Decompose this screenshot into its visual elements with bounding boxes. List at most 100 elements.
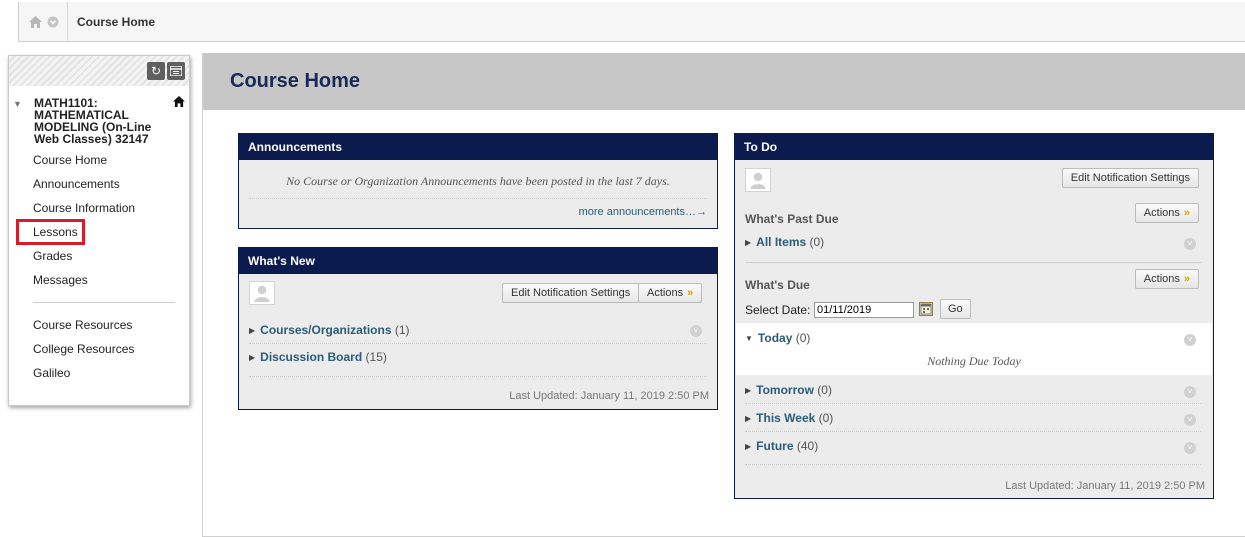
item-options-icon[interactable]: ˅ [1184, 414, 1196, 426]
course-menu-toolbar: ↻ [9, 56, 189, 86]
item-label[interactable]: Tomorrow [756, 383, 814, 397]
chevron-down-icon[interactable] [47, 16, 59, 28]
item-options-icon[interactable]: ˅ [1184, 334, 1196, 346]
menu-divider [33, 302, 175, 303]
nothing-due-text: Nothing Due Today [927, 354, 1021, 368]
home-icon[interactable] [29, 15, 42, 28]
divider [745, 262, 1201, 263]
menu-item-course-information[interactable]: Course Information [9, 196, 189, 220]
item-label[interactable]: Future [756, 439, 793, 453]
menu-item-galileo[interactable]: Galileo [9, 361, 189, 385]
main-content: Course Home Announcements No Course or O… [202, 53, 1245, 537]
whats-new-module: What's New Edit Notification Settings Ac… [238, 247, 718, 410]
divider [745, 431, 1201, 432]
actions-label: Actions [1143, 273, 1180, 285]
list-item-courses-organizations[interactable]: ▶ Courses/Organizations (1) [249, 323, 410, 337]
divider [745, 464, 1201, 465]
breadcrumb-current: Course Home [77, 14, 156, 29]
todo-module: To Do Edit Notification Settings What's … [734, 133, 1214, 499]
menu-item-messages[interactable]: Messages [9, 268, 189, 292]
last-updated-text: Last Updated: January 11, 2019 2:50 PM [1005, 480, 1205, 492]
double-chevron-down-icon: » [1183, 207, 1190, 219]
module-title: What's New [239, 248, 717, 274]
actions-button[interactable]: Actions» [1134, 269, 1199, 289]
item-count: (1) [394, 323, 410, 337]
home-icon[interactable] [173, 96, 185, 109]
avatar [249, 281, 275, 305]
item-count: (15) [365, 350, 387, 364]
whats-due-label: What's Due [745, 278, 810, 292]
more-announcements-link[interactable]: more announcements…→ [579, 206, 707, 218]
announcements-empty-text: No Course or Organization Announcements … [286, 174, 670, 188]
menu-item-label: Announcements [33, 177, 120, 191]
menu-item-label: Messages [33, 273, 88, 287]
expand-arrow-icon: ▶ [249, 353, 256, 362]
course-menu: ↻ ▼ MATH1101: MATHEMATICAL MODELING (On-… [8, 55, 190, 406]
item-options-icon[interactable]: ˅ [1184, 442, 1196, 454]
expand-arrow-icon: ▶ [249, 326, 256, 335]
item-options-icon[interactable]: ˅ [690, 325, 702, 337]
whats-past-due-label: What's Past Due [745, 212, 839, 226]
item-options-icon[interactable]: ˅ [1184, 238, 1196, 250]
menu-item-label: Lessons [16, 219, 85, 245]
expand-arrow-icon: ▶ [745, 414, 752, 423]
edit-notification-settings-button[interactable]: Edit Notification Settings [1061, 168, 1199, 188]
breadcrumb-icons [19, 2, 68, 41]
calendar-icon[interactable] [919, 302, 933, 316]
list-item-tomorrow[interactable]: ▶ Tomorrow (0) [745, 383, 832, 397]
divider [249, 343, 707, 344]
list-item-today[interactable]: ▼ Today (0) [745, 331, 810, 345]
divider [249, 376, 707, 377]
menu-item-announcements[interactable]: Announcements [9, 172, 189, 196]
item-label[interactable]: Discussion Board [260, 350, 362, 364]
today-panel: ▼ Today (0) ˅ Nothing Due Today [736, 323, 1212, 375]
expand-arrow-icon: ▶ [745, 442, 752, 451]
menu-item-label: Course Home [33, 153, 108, 167]
list-item-discussion-board[interactable]: ▶ Discussion Board (15) [249, 350, 387, 364]
actions-label: Actions [1143, 207, 1180, 219]
item-count: (0) [817, 383, 832, 397]
menu-item-label: College Resources [33, 342, 135, 356]
menu-item-label: Course Resources [33, 318, 133, 332]
page-title: Course Home [230, 70, 361, 92]
item-label[interactable]: Today [758, 331, 792, 345]
menu-item-course-home[interactable]: Course Home [9, 148, 189, 172]
item-label[interactable]: This Week [756, 411, 815, 425]
list-item-all-items[interactable]: ▶ All Items (0) [745, 235, 824, 249]
last-updated-text: Last Updated: January 11, 2019 2:50 PM [509, 390, 709, 402]
avatar [745, 168, 771, 192]
list-item-this-week[interactable]: ▶ This Week (0) [745, 411, 833, 425]
actions-button[interactable]: Actions» [1134, 203, 1199, 223]
module-title: To Do [735, 134, 1213, 160]
menu-item-college-resources[interactable]: College Resources [9, 337, 189, 361]
item-count: (0) [809, 235, 825, 249]
menu-item-label: Grades [33, 249, 73, 263]
menu-item-grades[interactable]: Grades [9, 244, 189, 268]
folder-view-icon[interactable] [167, 62, 185, 80]
actions-button[interactable]: Actions» [638, 283, 703, 303]
item-count: (0) [818, 411, 834, 425]
menu-item-label: Course Information [33, 201, 136, 215]
item-label[interactable]: Courses/Organizations [260, 323, 391, 337]
item-label[interactable]: All Items [756, 235, 806, 249]
refresh-icon[interactable]: ↻ [147, 62, 165, 80]
item-count: (0) [795, 331, 811, 345]
item-count: (40) [796, 439, 819, 453]
module-title: Announcements [239, 134, 717, 160]
date-input[interactable] [814, 302, 914, 318]
double-chevron-down-icon: » [1183, 273, 1190, 285]
menu-item-label: Galileo [33, 366, 71, 380]
collapse-arrow-icon[interactable]: ▼ [13, 98, 22, 110]
edit-notification-settings-button[interactable]: Edit Notification Settings [502, 283, 640, 303]
breadcrumb: Course Home [18, 2, 1245, 42]
menu-item-lessons[interactable]: Lessons [9, 219, 189, 245]
course-title-text: MATH1101: MATHEMATICAL MODELING (On-Line… [34, 96, 152, 146]
course-title[interactable]: ▼ MATH1101: MATHEMATICAL MODELING (On-Li… [9, 86, 189, 145]
actions-label: Actions [647, 287, 684, 299]
collapse-arrow-icon: ▼ [745, 334, 753, 343]
divider [249, 198, 707, 199]
menu-item-course-resources[interactable]: Course Resources [9, 313, 189, 337]
list-item-future[interactable]: ▶ Future (40) [745, 439, 818, 453]
item-options-icon[interactable]: ˅ [1184, 386, 1196, 398]
go-button[interactable]: Go [940, 299, 971, 319]
